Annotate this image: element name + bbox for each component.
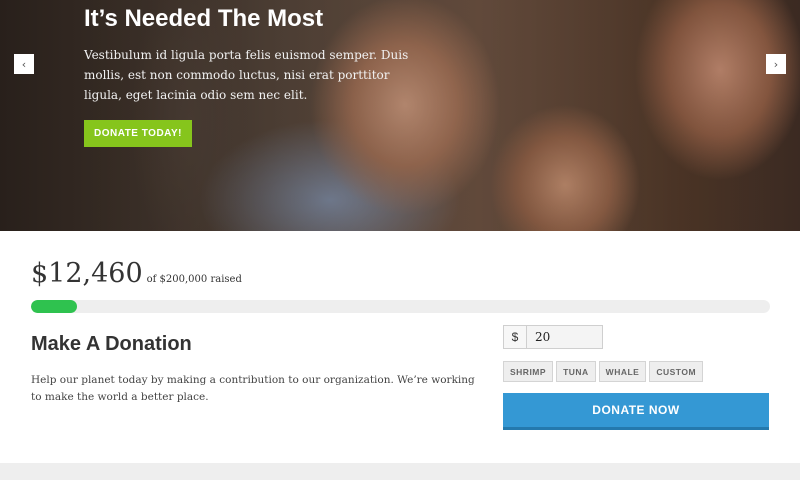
chevron-left-icon: ‹: [21, 57, 27, 71]
preset-custom-button[interactable]: CUSTOM: [649, 361, 704, 382]
donation-amount-input[interactable]: 20: [527, 326, 602, 348]
preset-shrimp-button[interactable]: SHRIMP: [503, 361, 554, 382]
donation-progress-fill: [31, 300, 78, 313]
slider-next-button[interactable]: ›: [766, 54, 786, 74]
slider-prev-button[interactable]: ‹: [14, 54, 34, 74]
hero-slider: It’s Needed The Most Vestibulum id ligul…: [0, 0, 800, 231]
footer-band: [0, 463, 800, 480]
preset-amounts: SHRIMP TUNA WHALE CUSTOM: [503, 361, 704, 382]
donation-progress-bar: [31, 300, 770, 313]
section-title: Make A Donation: [31, 333, 192, 355]
donation-amount-field[interactable]: $ 20: [503, 325, 603, 349]
raised-summary: $12,460 of $200,000 raised: [31, 258, 242, 289]
preset-whale-button[interactable]: WHALE: [598, 361, 647, 382]
hero-title: It’s Needed The Most: [84, 5, 324, 32]
donate-now-button[interactable]: DONATE NOW: [503, 393, 769, 430]
preset-tuna-button[interactable]: TUNA: [556, 361, 596, 382]
chevron-right-icon: ›: [773, 57, 779, 71]
raised-amount: $12,460: [31, 258, 143, 289]
section-description: Help our planet today by making a contri…: [31, 374, 475, 403]
hero-description: Vestibulum id ligula porta felis euismod…: [84, 48, 409, 102]
donate-today-button[interactable]: DONATE TODAY!: [84, 120, 192, 147]
hero-image-overlay: [0, 0, 800, 231]
goal-text: of $200,000 raised: [146, 274, 242, 285]
currency-symbol: $: [504, 326, 527, 348]
